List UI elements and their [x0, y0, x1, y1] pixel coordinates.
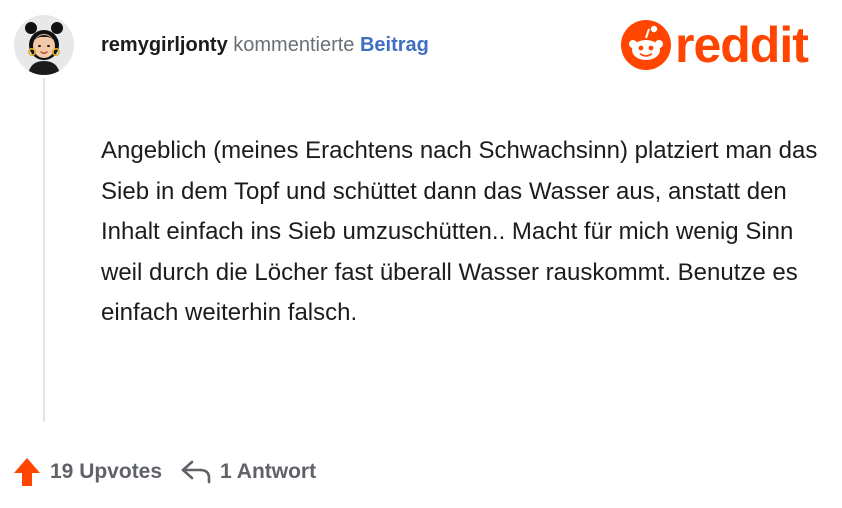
post-link[interactable]: Beitrag — [360, 34, 429, 56]
upvote-count: 19 Upvotes — [50, 460, 163, 483]
snoo-icon — [621, 20, 671, 70]
username-link[interactable]: remygirljonty — [101, 34, 228, 56]
avatar-illustration — [14, 15, 74, 75]
avatar[interactable] — [14, 15, 74, 75]
upvote-button[interactable]: 19 Upvotes — [12, 456, 162, 488]
reddit-logo: reddit — [621, 17, 809, 73]
action-text: kommentierte — [233, 34, 355, 56]
reddit-wordmark: reddit — [675, 17, 809, 73]
reply-count: 1 Antwort — [220, 460, 317, 483]
thread-line[interactable] — [43, 78, 45, 422]
reply-button[interactable]: 1 Antwort — [180, 459, 316, 485]
comment-header: remygirljonty kommentierte Beitrag — [101, 32, 429, 58]
comment-text: Angeblich (meines Erachtens nach Schwach… — [101, 137, 818, 326]
comment-footer: 19 Upvotes 1 Antwort — [12, 452, 316, 492]
reply-arrow-icon — [181, 460, 211, 484]
upvote-arrow-icon — [14, 458, 40, 486]
